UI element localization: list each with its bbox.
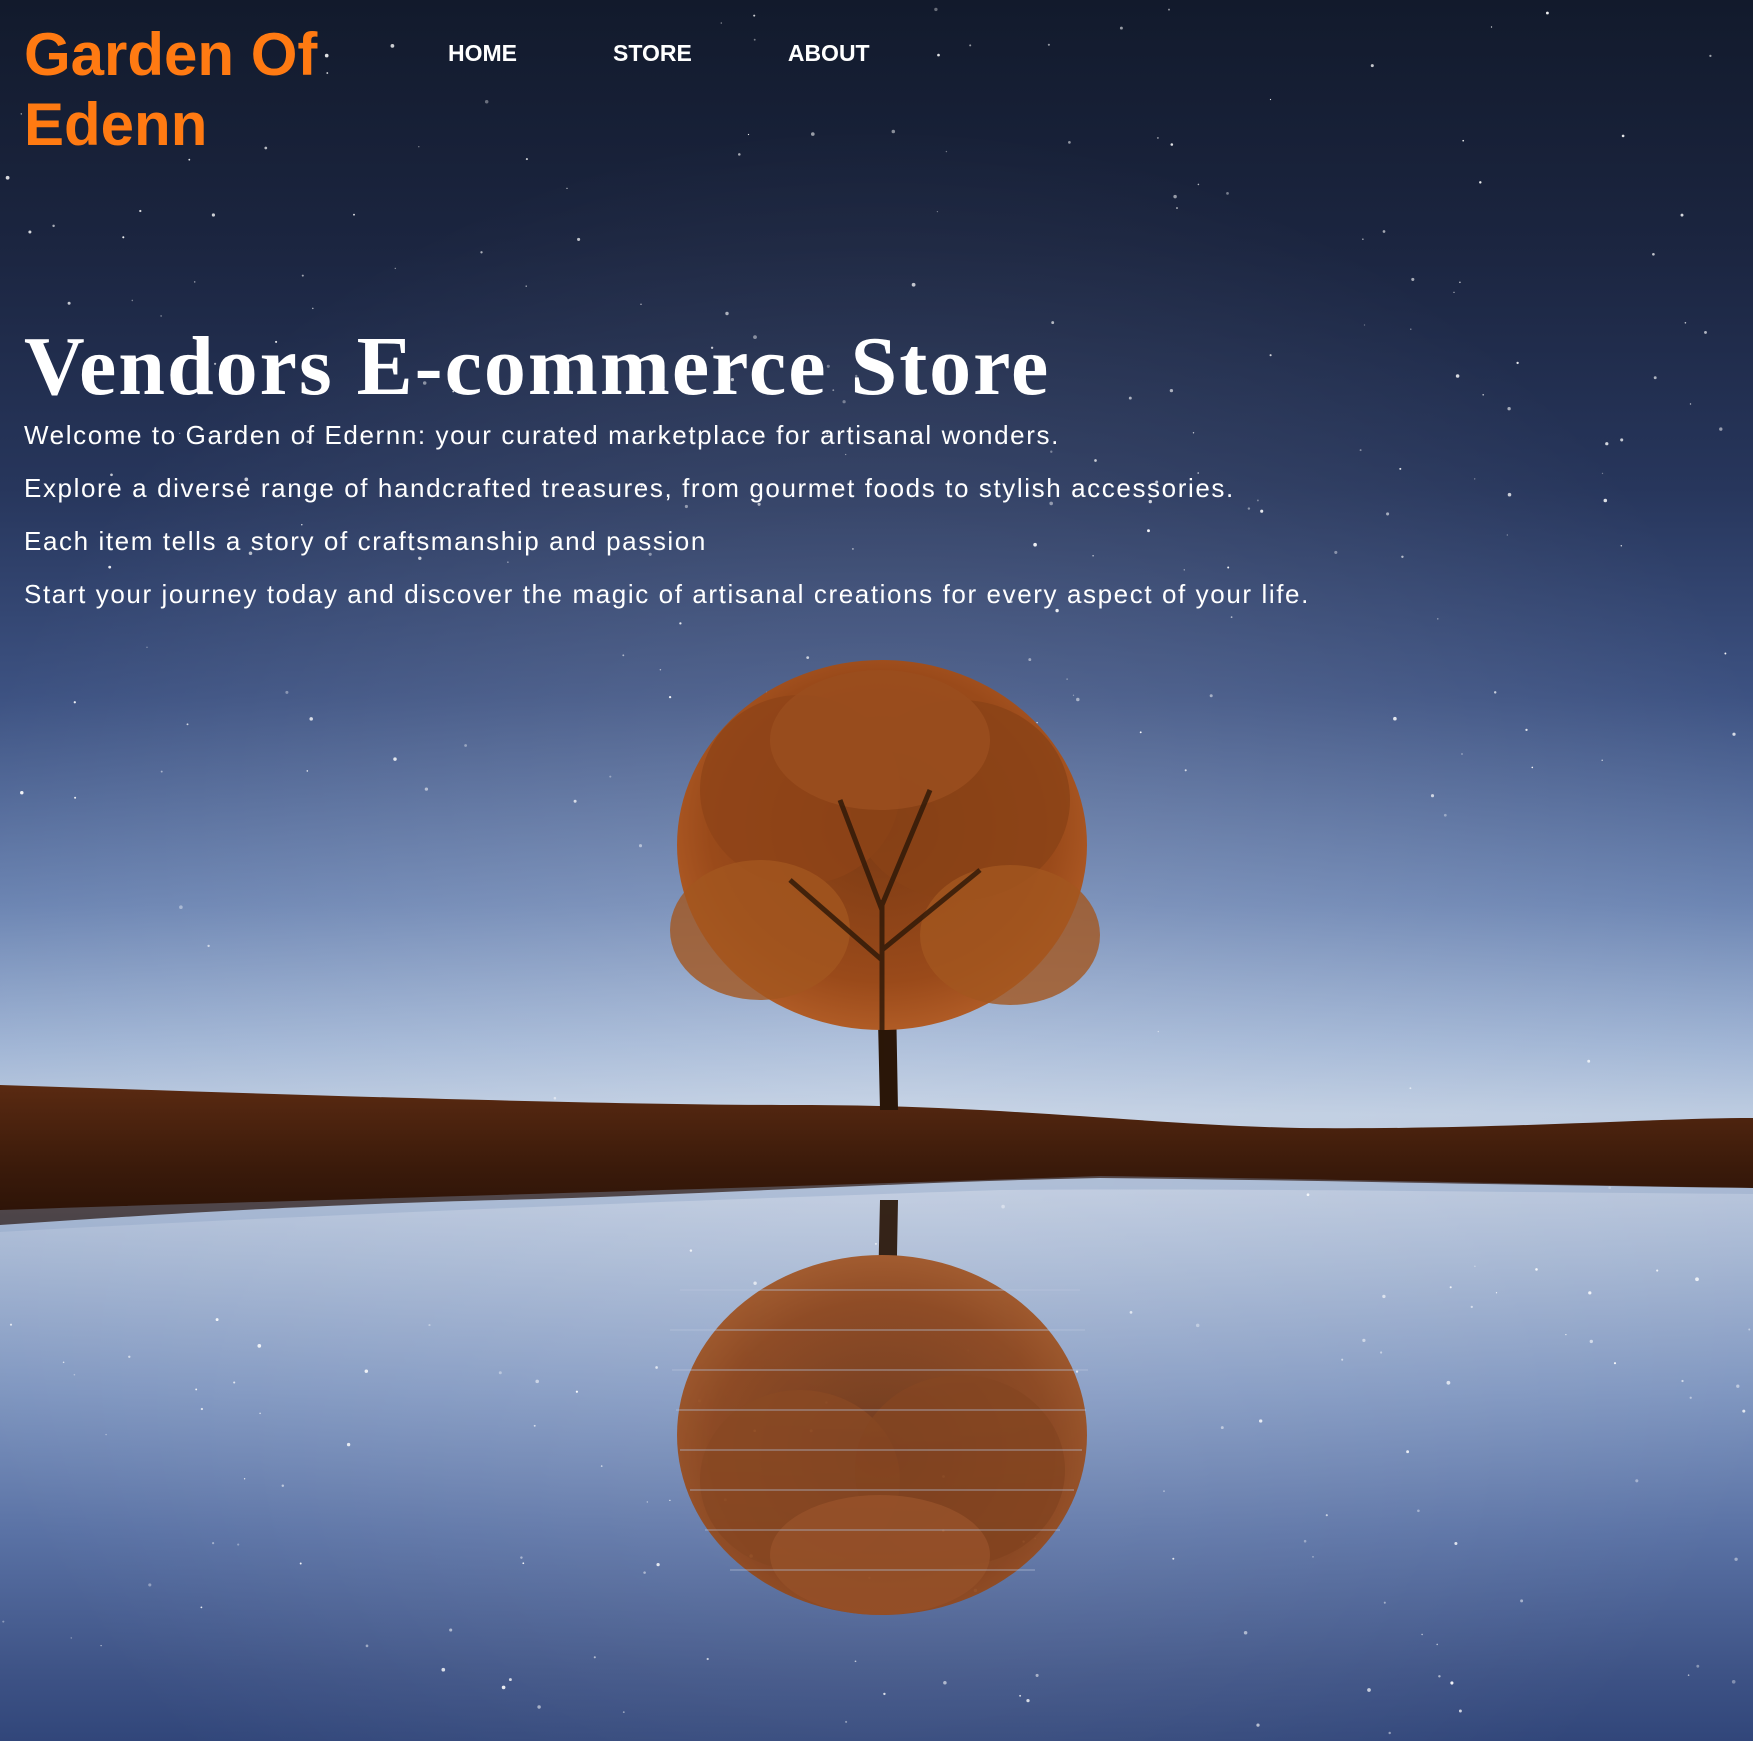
- nav-link-about[interactable]: ABOUT: [740, 36, 918, 71]
- intro-paragraph: Explore a diverse range of handcrafted t…: [24, 473, 1235, 503]
- intro-paragraph: Start your journey today and discover th…: [24, 579, 1310, 609]
- intro-paragraph: Each item tells a story of craftsmanship…: [24, 526, 707, 556]
- main-nav: HOME STORE ABOUT: [400, 36, 918, 71]
- hero-section: Garden Of Edenn HOME STORE ABOUT Vendors…: [0, 0, 1753, 1741]
- hero-title: Vendors E-commerce Store: [24, 320, 1051, 413]
- intro-paragraph: Welcome to Garden of Edernn: your curate…: [24, 420, 1060, 450]
- hero-intro: Welcome to Garden of Edernn: your curate…: [24, 420, 1310, 632]
- brand-logo[interactable]: Garden Of Edenn: [24, 20, 384, 160]
- nav-link-home[interactable]: HOME: [400, 36, 565, 71]
- hero-background-image: [0, 0, 1753, 1741]
- nav-link-store[interactable]: STORE: [565, 36, 740, 71]
